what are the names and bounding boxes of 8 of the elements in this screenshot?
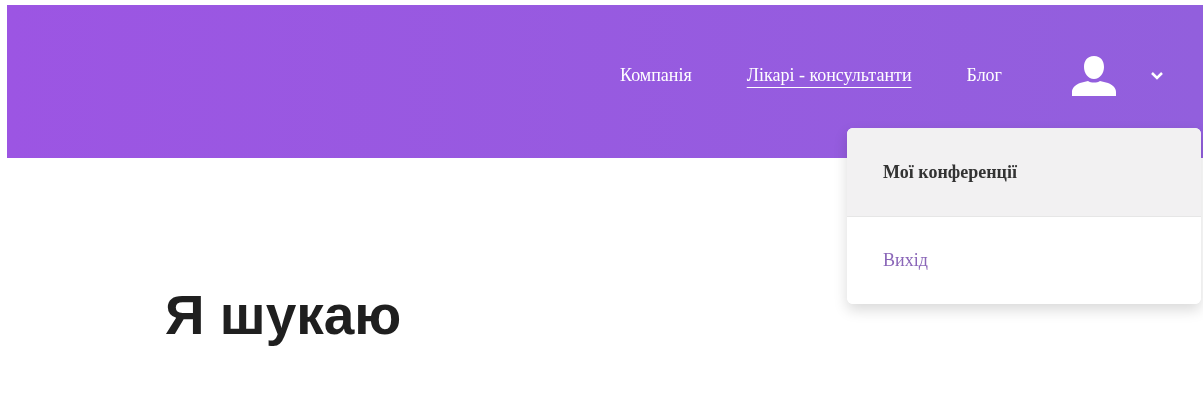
user-menu-button[interactable] (1072, 55, 1163, 96)
nav-link[interactable]: Блог (966, 62, 1002, 89)
nav-link[interactable]: Лікарі - консультанти (746, 62, 912, 89)
dropdown-item[interactable]: Вихід (847, 216, 1201, 304)
dropdown-item[interactable]: Мої конференції (847, 128, 1201, 216)
nav-link[interactable]: Компанія (620, 62, 692, 89)
caret-icon (1151, 71, 1163, 80)
user-icon (1072, 55, 1116, 96)
